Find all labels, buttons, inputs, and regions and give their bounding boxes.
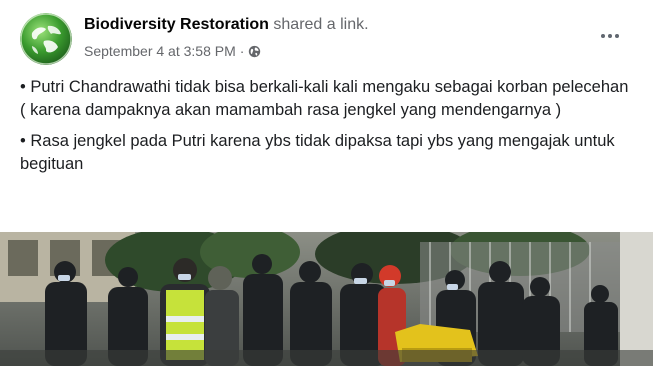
post-paragraph-1: • Putri Chandrawathi tidak bisa berkali-… <box>20 78 629 119</box>
more-dot <box>608 34 612 38</box>
post-action-text: shared a link. <box>273 16 369 33</box>
link-preview-image[interactable] <box>0 232 653 366</box>
globe-icon[interactable] <box>248 45 261 58</box>
more-dot <box>601 34 605 38</box>
meta-separator: · <box>239 43 245 59</box>
page-name-link[interactable]: Biodiversity Restoration <box>84 16 269 33</box>
crowd-photo <box>0 232 653 366</box>
globe-logo-icon <box>20 13 72 65</box>
post-author-line: Biodiversity Restoration shared a link. <box>84 16 369 34</box>
post-body: • Putri Chandrawathi tidak bisa berkali-… <box>20 76 632 184</box>
post-timestamp-link[interactable]: September 4 at 3:58 PM <box>84 43 236 59</box>
page-avatar[interactable] <box>20 13 72 65</box>
more-dot <box>615 34 619 38</box>
post-meta: September 4 at 3:58 PM · <box>84 43 261 59</box>
post-paragraph-2: • Rasa jengkel pada Putri karena ybs tid… <box>20 132 615 173</box>
more-options-button[interactable] <box>592 22 628 50</box>
post-header: Biodiversity Restoration shared a link. … <box>0 0 653 70</box>
